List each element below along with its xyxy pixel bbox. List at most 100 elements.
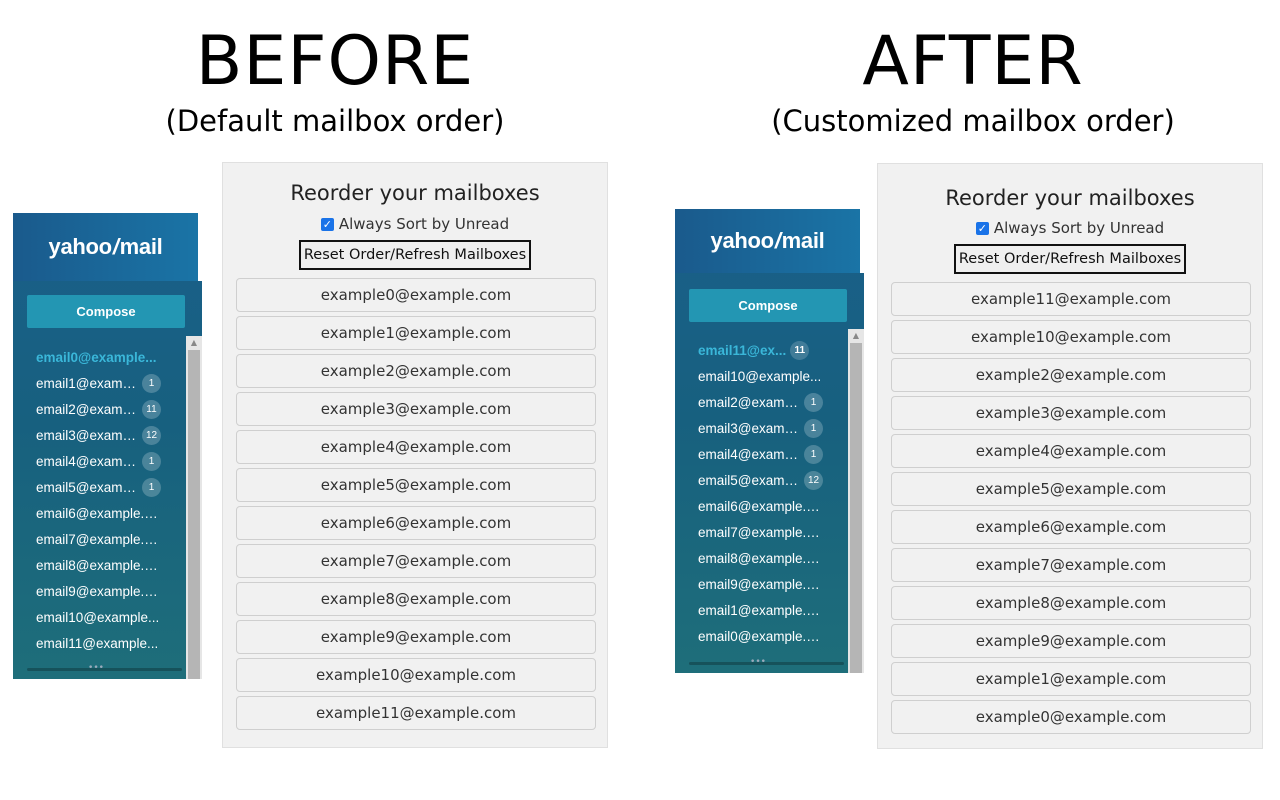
mailbox-list: email11@ex... 11 email10@example... email2@… [698, 337, 848, 649]
mailbox-label: email0@example.c... [698, 628, 824, 644]
draggable-mailbox-item[interactable]: example10@example.com [891, 320, 1251, 354]
sidebar-mailbox-item[interactable]: email5@example.com12 [698, 467, 848, 493]
sidebar-mailbox-item[interactable]: email6@example.c... [698, 493, 848, 519]
sort-by-unread-label: Always Sort by Unread [338, 215, 510, 233]
sidebar-mailbox-item[interactable]: email6@example.c... [36, 500, 186, 526]
mailbox-label: email2@example.com [698, 394, 800, 410]
panel-title: Reorder your mailboxes [945, 186, 1195, 210]
scrollbar-thumb[interactable] [188, 350, 200, 679]
sidebar-mailbox-item[interactable]: email7@example.c... [36, 526, 186, 552]
sort-by-unread[interactable]: ✓ Always Sort by Unread [223, 215, 607, 233]
sort-by-unread-checkbox[interactable]: ✓ [975, 221, 989, 235]
mailbox-label: email11@example... [36, 635, 159, 651]
draggable-mailbox-item[interactable]: example0@example.com [236, 278, 596, 312]
mailbox-label: email6@example.c... [36, 505, 162, 521]
reset-order-button[interactable]: Reset Order/Refresh Mailboxes [299, 240, 531, 270]
draggable-mailbox-item[interactable]: example1@example.com [891, 662, 1251, 696]
logo-text-mail: mail [119, 234, 163, 259]
mailbox-label: email1@example.c... [698, 602, 824, 618]
mailbox-label: email6@example.c... [698, 498, 824, 514]
before-subtitle: (Default mailbox order) [165, 104, 505, 138]
unread-count-badge: 1 [804, 444, 823, 464]
draggable-mailbox-item[interactable]: example10@example.com [236, 658, 596, 692]
resize-grip-icon: ••• [88, 663, 104, 673]
sidebar-mailbox-item[interactable]: email7@example.c... [698, 519, 848, 545]
mailbox-list: email0@example...email1@example.com1emai… [36, 344, 186, 656]
draggable-mailbox-item[interactable]: example4@example.com [236, 430, 596, 464]
scroll-up-arrow-icon[interactable]: ▲ [186, 336, 202, 350]
draggable-mailbox-item[interactable]: example3@example.com [891, 396, 1251, 430]
mailbox-label: email11@ex... [698, 342, 787, 358]
compose-button[interactable]: Compose [27, 295, 185, 328]
resize-grip-icon: ••• [750, 657, 766, 667]
sidebar-mailbox-item[interactable]: email11@ex... 11 [698, 337, 848, 363]
compose-button[interactable]: Compose [689, 289, 847, 322]
mailbox-label: email0@example... [36, 349, 157, 365]
after-heading: AFTER (Customized mailbox order) [693, 22, 1253, 139]
panel-title: Reorder your mailboxes [290, 181, 540, 205]
draggable-mailbox-item[interactable]: example5@example.com [891, 472, 1251, 506]
sidebar-mailbox-item[interactable]: email4@example.com1 [36, 448, 186, 474]
draggable-mailbox-item[interactable]: example0@example.com [891, 700, 1251, 734]
draggable-mailbox-item[interactable]: example11@example.com [236, 696, 596, 730]
sidebar-mailbox-item[interactable]: email11@example... [36, 630, 186, 656]
sidebar-mailbox-item[interactable]: email1@example.c... [698, 597, 848, 623]
draggable-mailbox-item[interactable]: example9@example.com [891, 624, 1251, 658]
unread-count-badge: 1 [804, 418, 823, 438]
sidebar-mailbox-item[interactable]: email9@example.c... [36, 578, 186, 604]
sort-by-unread[interactable]: ✓ Always Sort by Unread [878, 219, 1262, 237]
draggable-mailbox-item[interactable]: example4@example.com [891, 434, 1251, 468]
draggable-mailbox-item[interactable]: example11@example.com [891, 282, 1251, 316]
unread-count-badge: 1 [142, 451, 161, 471]
sidebar-mailbox-item[interactable]: email4@example.com1 [698, 441, 848, 467]
yahoo-mail-logo[interactable]: yahoo / mail [13, 213, 202, 281]
sidebar-mailbox-item[interactable]: email10@example... [698, 363, 848, 389]
sidebar-scrollbar[interactable]: ▲ [848, 329, 864, 673]
sidebar-scrollbar[interactable]: ▲ [186, 336, 202, 679]
sidebar-mailbox-item[interactable]: email10@example... [36, 604, 186, 630]
unread-count-badge: 11 [142, 399, 161, 419]
sidebar-mailbox-item[interactable]: email5@example.com1 [36, 474, 186, 500]
scroll-up-arrow-icon[interactable]: ▲ [848, 329, 864, 343]
mailbox-label: email2@example.com [36, 401, 138, 417]
sidebar-mailbox-item[interactable]: email8@example.c... [36, 552, 186, 578]
mailbox-label: email7@example.c... [698, 524, 824, 540]
draggable-mailbox-item[interactable]: example8@example.com [236, 582, 596, 616]
sidebar-mailbox-item[interactable]: email1@example.com1 [36, 370, 186, 396]
draggable-mailbox-item[interactable]: example8@example.com [891, 586, 1251, 620]
draggable-mailbox-item[interactable]: example6@example.com [236, 506, 596, 540]
sidebar-mailbox-item[interactable]: email0@example.c... [698, 623, 848, 649]
draggable-mailbox-item[interactable]: example5@example.com [236, 468, 596, 502]
sidebar-mailbox-item[interactable]: email2@example.com11 [36, 396, 186, 422]
mailbox-label: email8@example.c... [698, 550, 824, 566]
draggable-mailbox-item[interactable]: example2@example.com [891, 358, 1251, 392]
scrollbar-thumb[interactable] [850, 343, 862, 673]
reorder-panel-before: Reorder your mailboxes ✓ Always Sort by … [222, 162, 608, 748]
before-heading: BEFORE (Default mailbox order) [55, 26, 615, 139]
draggable-mailbox-item[interactable]: example7@example.com [236, 544, 596, 578]
sidebar-mailbox-item[interactable]: email0@example... [36, 344, 186, 370]
draggable-mailbox-item[interactable]: example1@example.com [236, 316, 596, 350]
sidebar-mailbox-item[interactable]: email2@example.com1 [698, 389, 848, 415]
unread-count-badge: 12 [142, 425, 162, 445]
sidebar-mailbox-item[interactable]: email3@example.com12 [36, 422, 186, 448]
mailbox-label: email10@example... [36, 609, 160, 625]
sort-by-unread-checkbox[interactable]: ✓ [320, 217, 334, 231]
sidebar-mailbox-item[interactable]: email9@example.c... [698, 571, 848, 597]
mailbox-label: email9@example.c... [698, 576, 824, 592]
reset-order-button[interactable]: Reset Order/Refresh Mailboxes [954, 244, 1186, 274]
yahoo-mail-logo[interactable]: yahoo / mail [675, 209, 864, 273]
draggable-mailbox-item[interactable]: example9@example.com [236, 620, 596, 654]
draggable-mailbox-item[interactable]: example6@example.com [891, 510, 1251, 544]
mailbox-label: email5@example.com [36, 479, 138, 495]
sidebar-mailbox-item[interactable]: email3@example.com1 [698, 415, 848, 441]
mailbox-label: email7@example.c... [36, 531, 162, 547]
unread-count-badge: 11 [790, 340, 810, 360]
yahoo-mail-sidebar-after: yahoo / mail Compose email11@ex... 11 email1… [675, 209, 864, 673]
draggable-mailbox-item[interactable]: example3@example.com [236, 392, 596, 426]
draggable-mailbox-item[interactable]: example2@example.com [236, 354, 596, 388]
after-title: AFTER [862, 22, 1084, 101]
mailbox-label: email9@example.c... [36, 583, 162, 599]
sidebar-mailbox-item[interactable]: email8@example.c... [698, 545, 848, 571]
draggable-mailbox-item[interactable]: example7@example.com [891, 548, 1251, 582]
